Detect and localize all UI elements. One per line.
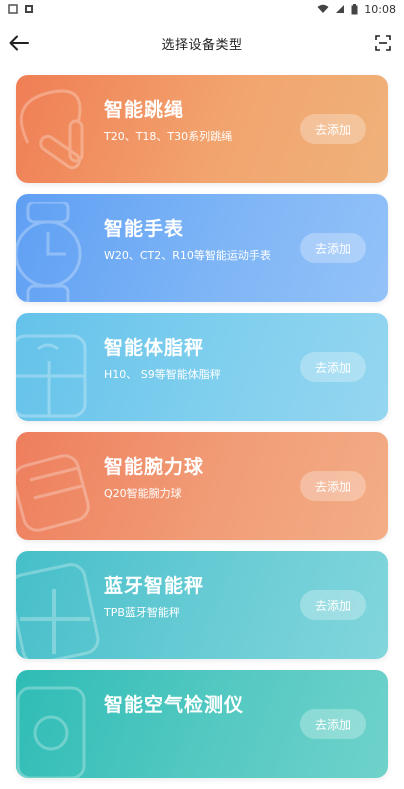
jump-rope-icon [19,89,84,170]
device-list: 智能跳绳 T20、T18、T30系列跳绳 去添加 智能手表 W20、CT2、R1… [16,75,388,789]
air-monitor-icon [16,686,86,778]
device-name: 智能腕力球 [104,456,205,478]
device-card-jump-rope[interactable]: 智能跳绳 T20、T18、T30系列跳绳 去添加 [16,75,388,183]
status-time: 10:08 [364,2,396,16]
add-device-button[interactable]: 去添加 [300,233,366,263]
status-left [8,4,34,14]
device-card-air-monitor[interactable]: 智能空气检测仪 去添加 [16,670,388,778]
add-device-button[interactable]: 去添加 [300,114,366,144]
watch-icon [16,202,82,302]
device-name: 智能空气检测仪 [104,694,245,716]
device-name: 智能体脂秤 [104,337,205,359]
device-desc: T20、T18、T30系列跳绳 [104,130,233,143]
back-arrow-icon [9,35,29,51]
status-right: 10:08 [317,3,396,16]
status-bar: 10:08 [0,0,404,18]
device-card-wrist-ball[interactable]: 智能腕力球 Q20智能腕力球 去添加 [16,432,388,540]
square-notification-icon [8,4,18,14]
add-device-button[interactable]: 去添加 [300,352,366,382]
device-desc: TPB蓝牙智能秤 [104,606,180,619]
signal-icon [336,5,345,13]
device-desc: Q20智能腕力球 [104,487,182,500]
wrist-ball-icon [16,454,90,532]
device-card-watch[interactable]: 智能手表 W20、CT2、R10等智能运动手表 去添加 [16,194,388,302]
device-name: 蓝牙智能秤 [104,575,205,597]
device-card-bluetooth-scale[interactable]: 蓝牙智能秤 TPB蓝牙智能秤 去添加 [16,551,388,659]
battery-icon [351,3,358,14]
add-device-button[interactable]: 去添加 [300,471,366,501]
device-name: 智能跳绳 [104,99,185,121]
device-card-body-fat-scale[interactable]: 智能体脂秤 H10、 S9等智能体脂秤 去添加 [16,313,388,421]
device-desc: W20、CT2、R10等智能运动手表 [104,249,271,262]
add-device-button[interactable]: 去添加 [300,709,366,739]
scan-icon [375,35,391,51]
device-desc: H10、 S9等智能体脂秤 [104,368,221,381]
app-bar: 选择设备类型 [0,18,404,68]
wifi-icon [317,4,329,13]
back-button[interactable] [6,30,32,56]
add-device-button[interactable]: 去添加 [300,590,366,620]
body-fat-scale-icon [16,334,87,418]
device-name: 智能手表 [104,218,185,240]
page-title: 选择设备类型 [161,37,243,53]
photo-notification-icon [25,5,33,13]
bluetooth-scale-icon [16,563,100,659]
scan-button[interactable] [372,32,394,54]
